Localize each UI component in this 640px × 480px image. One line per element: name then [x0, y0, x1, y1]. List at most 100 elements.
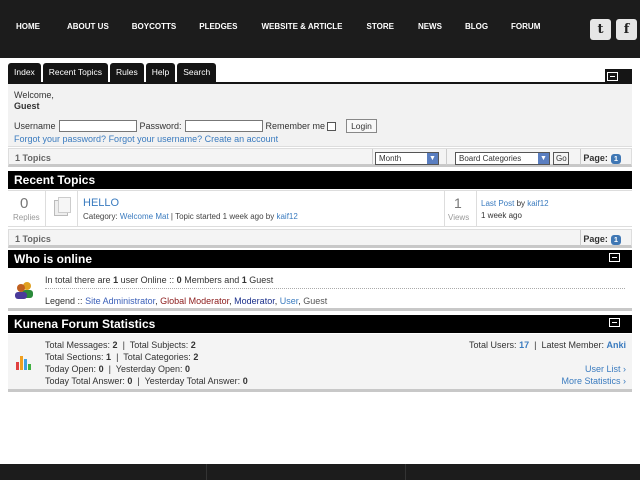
forum-statistics-panel: Total Messages: 2 | Total Subjects: 2 To…	[8, 334, 632, 392]
toolbar-divider	[580, 230, 581, 246]
page-number[interactable]: 1	[610, 235, 621, 245]
last-post-by: by	[516, 199, 526, 208]
who-is-online-title: Who is online	[14, 252, 92, 266]
latest-member-link[interactable]: Anki	[606, 340, 626, 350]
legend-guest: Guest	[303, 296, 328, 306]
topic-document-icon	[54, 197, 71, 216]
forgot-password-link[interactable]: Forgot your password?	[14, 134, 106, 144]
total-messages-value: 2	[112, 340, 118, 350]
who-is-online-header: Who is online	[8, 250, 632, 268]
forum-statistics-header: Kunena Forum Statistics	[8, 315, 632, 333]
views-count: 1	[454, 195, 462, 211]
more-statistics-label: More Statistics	[561, 376, 621, 386]
online-text: Guest	[249, 275, 274, 285]
guests-count: 1	[241, 275, 247, 285]
tab-recent-topics[interactable]: Recent Topics	[42, 63, 109, 82]
yesterday-answer-value: 0	[242, 376, 248, 386]
user-list-label: User List	[584, 364, 621, 374]
online-text: In total there are	[45, 275, 111, 285]
toolbar-divider	[580, 149, 581, 165]
nav-website-article[interactable]: WEBSITE & ARTICLE	[261, 22, 342, 31]
stat-label: Today Open:	[45, 364, 97, 374]
tab-index[interactable]: Index	[8, 63, 41, 82]
dotted-divider	[45, 288, 625, 289]
legend-site-administrator: Site Administrator	[85, 296, 156, 306]
stat-label: Total Subjects:	[129, 340, 189, 350]
replies-label: Replies	[13, 213, 40, 222]
more-statistics-link[interactable]: More Statistics ›	[561, 376, 626, 386]
nav-news[interactable]: NEWS	[418, 22, 442, 31]
tab-search[interactable]: Search	[177, 63, 217, 82]
password-input[interactable]	[184, 120, 263, 132]
legend: Legend :: Site Administrator, Global Mod…	[45, 296, 328, 306]
online-summary: In total there are 1 user Online :: 0 Me…	[45, 275, 273, 285]
statistics-lines: Total Messages: 2 | Total Subjects: 2 To…	[45, 340, 248, 386]
last-post-link[interactable]: Last Post	[481, 199, 514, 208]
twitter-icon[interactable]: t	[590, 19, 611, 40]
login-button[interactable]: Login	[346, 119, 377, 133]
topic-meta: Category: Welcome Mat | Topic started 1 …	[83, 212, 298, 221]
collapse-icon[interactable]	[607, 72, 618, 81]
stat-label: Total Categories:	[123, 352, 191, 362]
online-text: Members and	[184, 275, 240, 285]
forgot-username-link[interactable]: Forgot your username?	[109, 134, 203, 144]
replies-count: 0	[20, 195, 29, 212]
collapse-icon[interactable]	[609, 318, 620, 327]
create-account-link[interactable]: Create an account	[205, 134, 279, 144]
nav-boycotts[interactable]: BOYCOTTS	[132, 22, 176, 31]
nav-home[interactable]: HOME	[16, 22, 40, 31]
today-answer-value: 0	[127, 376, 133, 386]
login-panel: Welcome, Guest Username Password: Rememb…	[8, 84, 632, 147]
period-select[interactable]: Month ▼	[375, 152, 439, 165]
statistics-right: Total Users: 17 | Latest Member: Anki Us…	[469, 340, 626, 386]
remember-label: Remember me	[265, 121, 326, 131]
users-icon	[15, 282, 33, 299]
topic-title-link[interactable]: HELLO	[83, 197, 119, 209]
category-select[interactable]: Board Categories ▼	[455, 152, 550, 165]
toolbar-divider	[372, 149, 373, 165]
nav-about-us[interactable]: ABOUT US	[67, 22, 109, 31]
chevron-down-icon: ▼	[427, 153, 438, 164]
nav-pledges[interactable]: PLEDGES	[199, 22, 237, 31]
main-menu: HOME ABOUT US BOYCOTTS PLEDGES WEBSITE &…	[8, 22, 540, 31]
stat-label: Total Users:	[469, 340, 517, 350]
nav-blog[interactable]: BLOG	[465, 22, 488, 31]
last-post-user-link[interactable]: kaif12	[527, 199, 548, 208]
forum-tabs: Index Recent Topics Rules Help Search	[8, 63, 218, 82]
page-label: Page:	[583, 234, 608, 244]
online-text: user Online	[120, 275, 167, 285]
welcome-label: Welcome,	[14, 90, 54, 100]
legend-moderator: Moderator	[234, 296, 275, 306]
total-users-link[interactable]: 17	[519, 340, 529, 350]
cell-divider	[45, 191, 46, 226]
username-input[interactable]	[58, 120, 137, 132]
stat-label: Today Total Answer:	[45, 376, 125, 386]
top-navigation: HOME ABOUT US BOYCOTTS PLEDGES WEBSITE &…	[0, 0, 640, 58]
category-link[interactable]: Welcome Mat	[120, 212, 169, 221]
category-label: Category:	[83, 212, 118, 221]
stat-label: Total Sections:	[45, 352, 104, 362]
collapse-icon[interactable]	[609, 253, 620, 262]
nav-store[interactable]: STORE	[367, 22, 394, 31]
guest-name: Guest	[14, 101, 40, 111]
page-number[interactable]: 1	[610, 154, 621, 164]
username-label: Username	[14, 121, 56, 131]
tab-rules[interactable]: Rules	[110, 63, 144, 82]
user-list-link[interactable]: User List ›	[585, 364, 626, 374]
author-link[interactable]: kaif12	[276, 212, 297, 221]
table-row: 0 Replies HELLO Category: Welcome Mat | …	[8, 190, 632, 227]
online-separator: ::	[169, 275, 175, 285]
total-subjects-value: 2	[190, 340, 196, 350]
facebook-icon[interactable]: f	[616, 19, 637, 40]
tab-help[interactable]: Help	[145, 63, 176, 82]
yesterday-open-value: 0	[185, 364, 191, 374]
period-value: Month	[379, 154, 402, 163]
go-button[interactable]: Go	[553, 152, 569, 165]
page-footer	[0, 464, 640, 480]
remember-checkbox[interactable]	[327, 121, 337, 131]
nav-forum[interactable]: FORUM	[511, 22, 540, 31]
cell-divider	[476, 191, 477, 226]
topic-count: 1 Topics	[15, 153, 51, 163]
account-links: Forgot your password? Forgot your userna…	[14, 134, 278, 144]
cell-divider	[444, 191, 445, 226]
